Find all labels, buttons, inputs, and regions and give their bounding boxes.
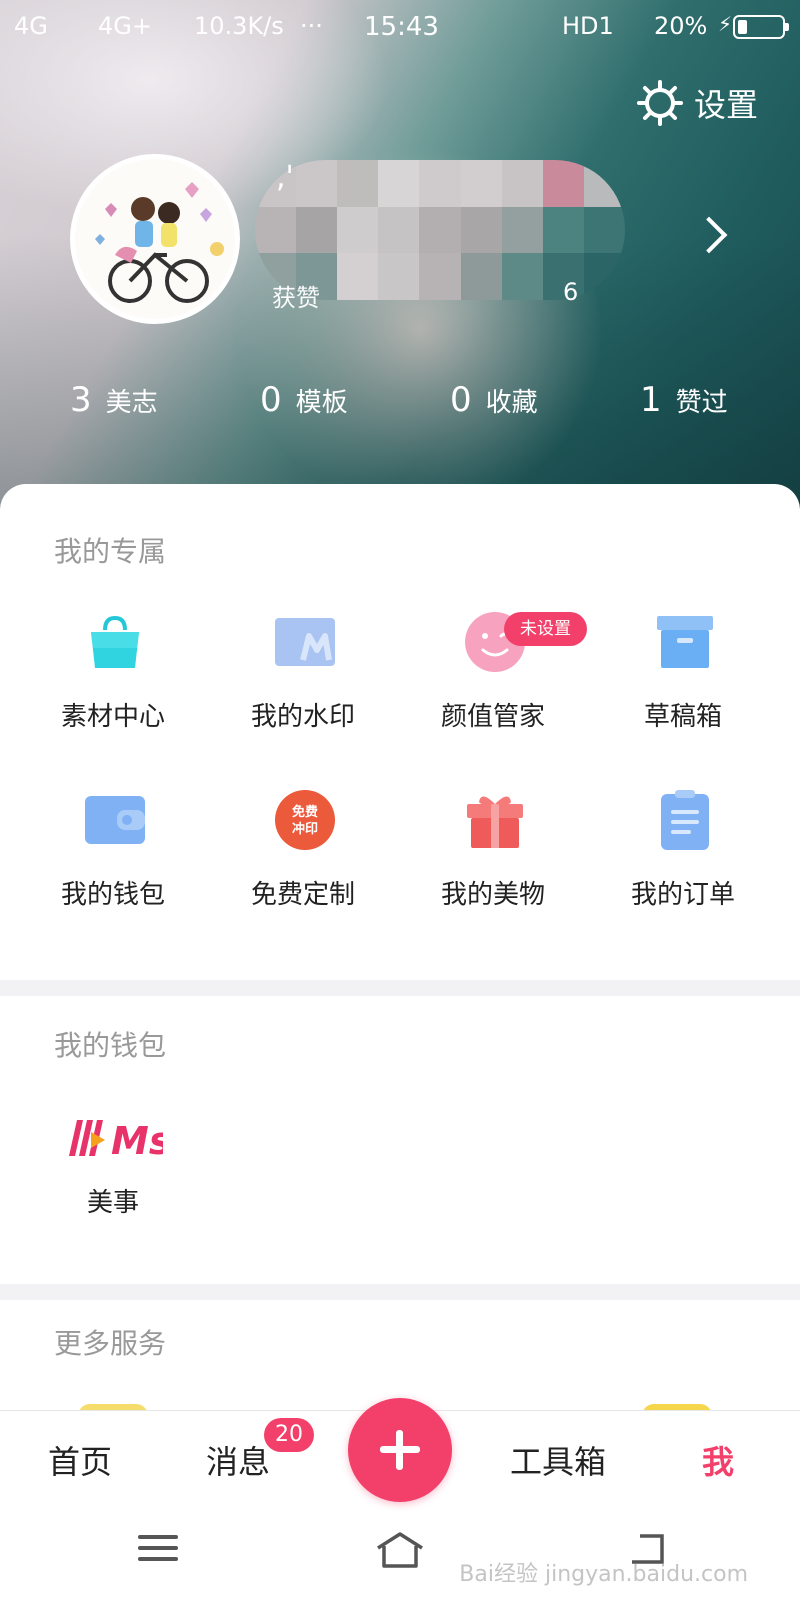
- network-indicator-1: 4G: [14, 12, 48, 40]
- more-notifications: ···: [300, 12, 323, 40]
- tab-messages[interactable]: 消息: [206, 1437, 270, 1483]
- free-print-text-1: 免费: [292, 804, 318, 820]
- stat-label: 美志: [105, 388, 158, 418]
- grid-item-label: 草稿箱: [643, 702, 722, 732]
- settings-label: 设置: [693, 86, 758, 124]
- status-bar: 4G 4G+ 10.3K/s ··· 15:43 HD1 20% ⚡: [0, 0, 800, 56]
- menu-icon[interactable]: [138, 1528, 178, 1568]
- stat-count: 1: [640, 380, 662, 420]
- messages-badge: 20: [264, 1418, 314, 1452]
- username-prefix: ,': [276, 160, 294, 195]
- grid-item-label: 免费定制: [250, 880, 355, 910]
- network-speed: 10.3K/s: [194, 12, 284, 40]
- avatar-illustration: [75, 159, 235, 319]
- gear-icon: [636, 80, 683, 126]
- tab-home[interactable]: 首页: [48, 1437, 112, 1483]
- stat-label: 收藏: [485, 388, 538, 418]
- tab-toolbox[interactable]: 工具箱: [510, 1437, 606, 1483]
- grid-item-label: 我的水印: [250, 702, 355, 732]
- tab-me[interactable]: 我: [702, 1437, 734, 1483]
- grid-item-label: 颜值管家: [440, 702, 545, 732]
- stat-label: 模板: [295, 388, 348, 418]
- hd-indicator: HD1: [562, 12, 614, 40]
- watermark: Bai经验 jingyan.baidu.com: [459, 1562, 748, 1587]
- likes-count: 6: [563, 278, 579, 306]
- clock: 15:43: [364, 12, 439, 42]
- gift-icon: [463, 788, 527, 852]
- free-print-icon: 免费 冲印: [273, 788, 337, 852]
- not-set-badge: 未设置: [504, 612, 587, 646]
- grid-item-orders[interactable]: 我的订单: [588, 788, 778, 918]
- grid-item-materials[interactable]: 素材中心: [18, 610, 208, 740]
- section-title-exclusive: 我的专属: [54, 535, 167, 568]
- stat-posts[interactable]: 3 美志: [70, 380, 158, 420]
- stat-label: 赞过: [675, 388, 728, 418]
- section-title-wallet: 我的钱包: [54, 1029, 167, 1062]
- wallet-icon: [83, 788, 147, 852]
- grid-item-label: 我的钱包: [60, 880, 165, 910]
- create-post-button[interactable]: [348, 1398, 452, 1502]
- battery-icon: [733, 15, 789, 39]
- avatar[interactable]: [70, 154, 240, 324]
- clipboard-icon: [653, 788, 717, 852]
- stat-liked[interactable]: 1 赞过: [640, 380, 728, 420]
- stat-templates[interactable]: 0 模板: [260, 380, 348, 420]
- grid-item-wallet[interactable]: 我的钱包: [18, 788, 208, 918]
- network-indicator-2: 4G+: [98, 12, 152, 40]
- grid-item-watermark[interactable]: 我的水印: [208, 610, 398, 740]
- grid-item-label: 素材中心: [60, 702, 165, 732]
- wallet-section: 我的钱包 Ms 美事: [0, 996, 800, 1284]
- battery-percent: 20%: [654, 12, 708, 40]
- stat-count: 3: [70, 380, 92, 420]
- charging-icon: ⚡: [718, 12, 733, 36]
- box-icon: [653, 610, 717, 674]
- free-print-text-2: 冲印: [292, 821, 318, 837]
- meishi-logo-icon: Ms: [63, 1108, 171, 1168]
- bag-icon: [83, 610, 147, 674]
- grid-item-label: 我的美物: [440, 880, 545, 910]
- stat-count: 0: [260, 380, 282, 420]
- more-services-section: 更多服务: [0, 1300, 800, 1416]
- grid-item-label: 我的订单: [630, 880, 735, 910]
- settings-button[interactable]: 设置: [636, 78, 758, 128]
- grid-item-label: 美事: [86, 1188, 139, 1218]
- grid-item-free-print[interactable]: 免费 冲印 免费定制: [208, 788, 398, 918]
- exclusive-section: 我的专属 素材中心 我的水印 颜值管家 草稿箱 我的钱包 免费 冲印 免费定制 …: [0, 484, 800, 980]
- profile-stats: 3 美志 0 模板 0 收藏 1 赞过: [0, 380, 800, 440]
- meishi-logo-text: Ms: [111, 1119, 163, 1163]
- grid-item-meishi[interactable]: Ms 美事: [18, 1108, 208, 1218]
- stat-count: 0: [450, 380, 472, 420]
- stat-favorites[interactable]: 0 收藏: [450, 380, 538, 420]
- grid-item-beauty-goods[interactable]: 我的美物: [398, 788, 588, 918]
- likes-label: 获赞: [272, 284, 320, 312]
- watermark-icon: [273, 610, 337, 674]
- grid-item-drafts[interactable]: 草稿箱: [588, 610, 778, 740]
- home-icon[interactable]: [374, 1528, 426, 1576]
- section-title-more: 更多服务: [54, 1327, 167, 1360]
